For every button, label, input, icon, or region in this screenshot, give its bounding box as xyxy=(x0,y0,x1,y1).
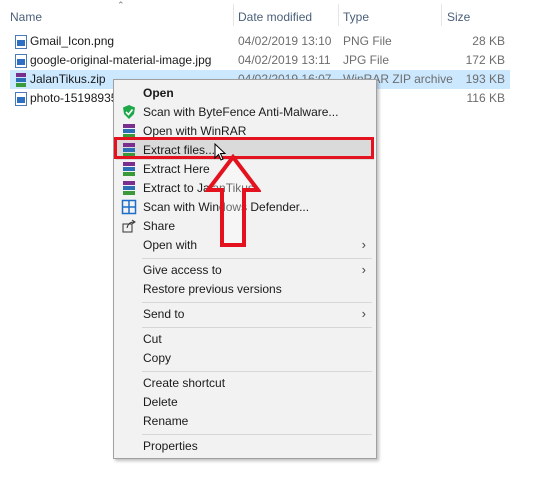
menu-item-label: Open with xyxy=(143,238,198,252)
menu-item-label: Rename xyxy=(143,414,189,428)
file-row[interactable]: Gmail_Icon.png 04/02/2019 13:10 PNG File… xyxy=(10,32,510,51)
chevron-right-icon: › xyxy=(361,306,366,321)
file-row[interactable]: google-original-material-image.jpg 04/02… xyxy=(10,51,510,70)
menu-separator xyxy=(142,302,372,303)
menu-item-label: Create shortcut xyxy=(143,376,226,390)
file-type: PNG File xyxy=(343,34,392,48)
image-file-icon xyxy=(15,92,27,106)
file-name: JalanTikus.zip xyxy=(30,72,106,86)
image-file-icon xyxy=(15,35,27,49)
column-date-modified[interactable]: Date modified xyxy=(238,10,312,24)
file-date: 04/02/2019 13:10 xyxy=(238,34,332,48)
file-type: JPG File xyxy=(343,53,390,67)
file-size: 172 KB xyxy=(465,53,505,67)
context-menu: Open Scan with ByteFence Anti-Malware...… xyxy=(113,79,377,459)
menu-item-scan-bytefence[interactable]: Scan with ByteFence Anti-Malware... xyxy=(116,102,374,122)
file-name: google-original-material-image.jpg xyxy=(30,53,212,67)
image-file-icon xyxy=(15,54,27,68)
menu-separator xyxy=(142,327,372,328)
column-header: ⌃ Name Date modified Type Size xyxy=(0,0,560,30)
menu-item-cut[interactable]: Cut xyxy=(116,329,374,349)
menu-separator xyxy=(142,434,372,435)
menu-item-copy[interactable]: Copy xyxy=(116,348,374,368)
winrar-icon xyxy=(123,162,135,176)
winrar-icon xyxy=(123,124,135,138)
column-type[interactable]: Type xyxy=(343,10,369,24)
column-divider[interactable] xyxy=(338,4,339,26)
menu-item-label: Cut xyxy=(143,332,162,346)
winrar-icon xyxy=(123,181,135,195)
menu-item-create-shortcut[interactable]: Create shortcut xyxy=(116,373,374,393)
menu-separator xyxy=(142,371,372,372)
column-divider[interactable] xyxy=(233,4,234,26)
menu-item-rename[interactable]: Rename xyxy=(116,411,374,431)
winrar-icon xyxy=(123,143,135,157)
menu-separator xyxy=(142,258,372,259)
winrar-icon xyxy=(16,73,26,87)
menu-item-label: Extract Here xyxy=(143,162,210,176)
menu-item-label: Delete xyxy=(143,395,178,409)
windows-defender-icon xyxy=(121,199,137,215)
chevron-right-icon: › xyxy=(361,237,366,252)
menu-item-label: Give access to xyxy=(143,263,222,277)
menu-item-label: Open with WinRAR xyxy=(143,124,247,138)
menu-item-label: Scan with ByteFence Anti-Malware... xyxy=(143,105,339,119)
menu-item-label: Share xyxy=(143,219,176,233)
menu-item-open-with-winrar[interactable]: Open with WinRAR xyxy=(116,121,374,141)
chevron-right-icon: › xyxy=(361,262,366,277)
file-size: 116 KB xyxy=(466,91,505,105)
column-divider[interactable] xyxy=(441,4,442,26)
sort-ascending-icon: ⌃ xyxy=(117,0,125,10)
menu-item-give-access[interactable]: Give access to › xyxy=(116,260,374,280)
menu-item-label: Open xyxy=(143,86,174,100)
bytefence-shield-icon xyxy=(123,105,135,119)
menu-item-open[interactable]: Open xyxy=(116,83,374,103)
menu-item-restore-versions[interactable]: Restore previous versions xyxy=(116,279,374,299)
menu-item-delete[interactable]: Delete xyxy=(116,392,374,412)
menu-item-label: Restore previous versions xyxy=(143,282,282,296)
file-name: Gmail_Icon.png xyxy=(30,34,115,48)
menu-item-label: Copy xyxy=(143,351,172,365)
file-size: 28 KB xyxy=(472,34,505,48)
menu-item-properties[interactable]: Properties xyxy=(116,436,374,456)
share-icon xyxy=(122,219,136,233)
menu-item-label: Properties xyxy=(143,439,198,453)
menu-item-label: Send to xyxy=(143,307,185,321)
file-size: 193 KB xyxy=(465,72,505,86)
annotation-up-arrow-icon xyxy=(205,154,261,247)
file-date: 04/02/2019 13:11 xyxy=(238,53,331,67)
column-name[interactable]: Name xyxy=(10,10,42,24)
menu-item-send-to[interactable]: Send to › xyxy=(116,304,374,324)
column-size[interactable]: Size xyxy=(447,10,470,24)
